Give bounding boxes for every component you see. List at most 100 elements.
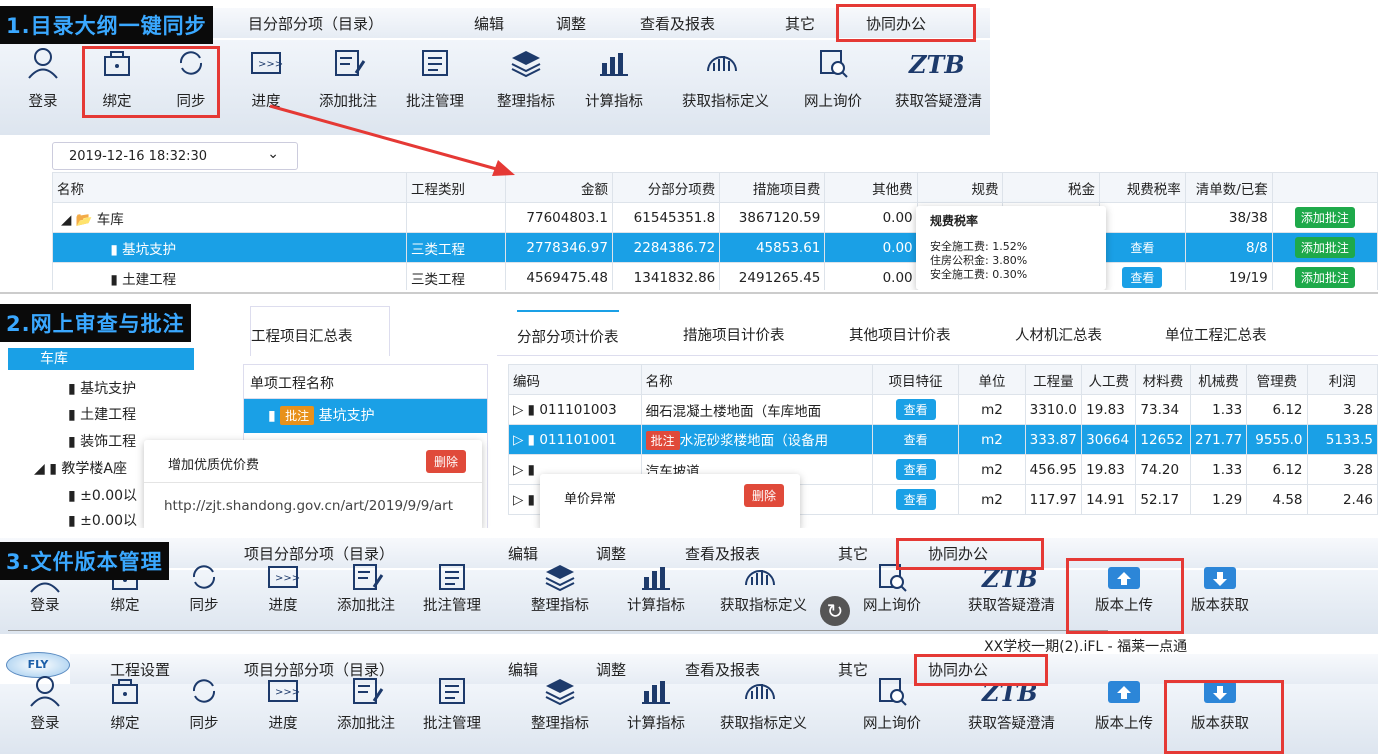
- download-icon: [1180, 560, 1260, 594]
- sync-icon: [164, 560, 244, 594]
- view-button[interactable]: 查看: [895, 459, 936, 480]
- column-header[interactable]: 利润: [1306, 364, 1378, 395]
- ribbon-button-comment-manage[interactable]: 批注管理: [412, 560, 492, 615]
- tree-item[interactable]: ▮ 土建工程: [68, 404, 136, 424]
- ribbon-label: 获取答疑澄清: [968, 598, 1055, 614]
- slider-line: [8, 630, 1108, 631]
- list-item[interactable]: ▮ 批注 基坑支护: [244, 399, 487, 433]
- column-header[interactable]: 管理费: [1246, 364, 1308, 395]
- column-header[interactable]: 编码: [508, 364, 642, 395]
- ribbon-label: 登录: [30, 716, 60, 732]
- tree-item[interactable]: ▮ ±0.00以: [68, 485, 137, 505]
- delete-button[interactable]: 删除: [425, 450, 466, 473]
- ribbon-button-gauge[interactable]: 获取指标定义: [720, 560, 807, 615]
- ribbon-label: 网上询价: [863, 598, 921, 614]
- tree-item[interactable]: ▮ 基坑支护: [68, 378, 136, 398]
- ribbon-button-progress[interactable]: >>> 进度: [243, 674, 323, 733]
- annotation-tag[interactable]: 批注: [280, 406, 315, 425]
- ribbon-button-stack[interactable]: 整理指标: [520, 674, 600, 733]
- ribbon-label: 获取指标定义: [720, 598, 807, 614]
- view-button[interactable]: 查看: [895, 399, 936, 420]
- highlight-download: [1164, 680, 1284, 754]
- ribbon-label: 获取指标定义: [720, 716, 807, 732]
- step-label-1: 1.目录大纲一键同步: [0, 6, 213, 44]
- bar-chart-icon: [616, 674, 696, 708]
- ribbon-label: 进度: [268, 716, 298, 732]
- ribbon-button-add-comment[interactable]: 添加批注: [326, 674, 406, 733]
- sync-icon: [164, 674, 244, 708]
- ribbon-label: 添加批注: [337, 598, 395, 614]
- ribbon-label: 整理指标: [531, 716, 589, 732]
- tree-item[interactable]: 车库: [8, 348, 194, 370]
- panel-sync: 1.目录大纲一键同步 目分部分项（目录） 编辑 调整 查看及报表 其它 协同办公…: [0, 0, 1378, 290]
- comment-manage-icon: [412, 560, 492, 594]
- column-header[interactable]: 单位: [958, 364, 1026, 395]
- refresh-icon[interactable]: ↻: [820, 596, 850, 626]
- column-header[interactable]: 工程量: [1024, 364, 1083, 395]
- ribbon-button-add-comment[interactable]: 添加批注: [326, 560, 406, 615]
- report-tab[interactable]: 其他项目计价表: [849, 324, 951, 345]
- report-tab[interactable]: 人材机汇总表: [1015, 324, 1102, 345]
- column-header[interactable]: 人工费: [1081, 364, 1137, 395]
- ribbon-button-upload[interactable]: 版本上传: [1084, 674, 1164, 733]
- view-button[interactable]: 查看: [895, 429, 936, 450]
- ribbon-label: 整理指标: [531, 598, 589, 614]
- ribbon-button-gauge[interactable]: 获取指标定义: [720, 674, 807, 733]
- ribbon-label: 登录: [30, 598, 60, 614]
- upload-icon: [1084, 674, 1164, 708]
- ribbon-button-lock[interactable]: 绑定: [85, 674, 165, 733]
- step-label-3: 3.文件版本管理: [0, 542, 169, 580]
- panel-review: 2.网上审查与批注 车库 ▮ 基坑支护 ▮ 土建工程 ▮ 装饰工程 ◢ ▮ 教学…: [0, 292, 1378, 528]
- view-button[interactable]: 查看: [895, 489, 936, 510]
- ribbon-button-sync[interactable]: 同步: [164, 674, 244, 733]
- ribbon-label: 批注管理: [423, 598, 481, 614]
- comment-popup-2: 单价异常 删除: [540, 474, 800, 528]
- ribbon-button-stack[interactable]: 整理指标: [520, 560, 600, 615]
- comment-url[interactable]: http://zjt.shandong.gov.cn/art/2019/9/9/…: [164, 498, 453, 514]
- progress-icon: >>>: [243, 674, 323, 708]
- ribbon-label: 同步: [189, 716, 219, 732]
- summary-tab[interactable]: 工程项目汇总表: [250, 306, 390, 356]
- ribbon-label: 绑定: [110, 716, 140, 732]
- tree-item[interactable]: ▮ ±0.00以: [68, 510, 137, 528]
- ribbon-label: 添加批注: [337, 716, 395, 732]
- ribbon-button-user[interactable]: 登录: [5, 674, 85, 733]
- column-header[interactable]: 机械费: [1189, 364, 1248, 395]
- ribbon-button-comment-manage[interactable]: 批注管理: [412, 674, 492, 733]
- report-tab[interactable]: 分部分项计价表: [517, 310, 619, 347]
- panel-version: 3.文件版本管理 项目分部分项（目录） 编辑 调整 查看及报表 其它 协同办公 …: [0, 530, 1378, 754]
- ribbon-button-bar-chart[interactable]: 计算指标: [616, 674, 696, 733]
- gauge-icon: [720, 560, 800, 594]
- ribbon-button-progress[interactable]: >>> 进度: [243, 560, 323, 615]
- table-row[interactable]: ▷ ▮ 011101003 细石混凝土楼地面（车库地面 查看 m2 3310.0 19…: [508, 394, 1378, 425]
- tree-item[interactable]: ▮ 装饰工程: [68, 431, 136, 451]
- column-header[interactable]: 项目特征: [871, 364, 960, 395]
- delete-button[interactable]: 删除: [743, 484, 784, 507]
- column-header[interactable]: 名称: [640, 364, 873, 395]
- stack-icon: [520, 560, 600, 594]
- report-tab[interactable]: 单位工程汇总表: [1165, 324, 1267, 345]
- list-header: 单项工程名称: [244, 365, 487, 399]
- ribbon-label: 同步: [189, 598, 219, 614]
- ribbon-button-download[interactable]: 版本获取: [1180, 560, 1260, 615]
- gauge-icon: [720, 674, 800, 708]
- ribbon-button-sync[interactable]: 同步: [164, 560, 244, 615]
- ribbon-button-bar-chart[interactable]: 计算指标: [616, 560, 696, 615]
- ribbon-label: 获取答疑澄清: [968, 716, 1055, 732]
- user-icon: [5, 674, 85, 708]
- ribbon-label: 网上询价: [863, 716, 921, 732]
- table-header: 编码 名称 项目特征 单位 工程量 人工费 材料费 机械费 管理费 利润: [508, 364, 1378, 395]
- annotation-tag[interactable]: 批注: [645, 431, 680, 450]
- tree-item[interactable]: ◢ ▮ 教学楼A座: [34, 458, 127, 478]
- table-row[interactable]: ▷ ▮ 011101001 批注 水泥砂浆楼地面（设备用 查看 m2 333.87 30…: [508, 424, 1378, 455]
- highlight-collab-tab: [896, 538, 1044, 570]
- ribbon-label: 版本上传: [1095, 716, 1153, 732]
- add-comment-icon: [326, 560, 406, 594]
- ribbon-label: 计算指标: [627, 716, 685, 732]
- svg-text:>>>: >>>: [275, 573, 300, 584]
- window-title: XX学校一期(2).iFL - 福莱一点通: [984, 639, 1188, 655]
- report-tab[interactable]: 措施项目计价表: [683, 324, 785, 345]
- highlight-collab-tab: [836, 4, 976, 42]
- column-header[interactable]: 材料费: [1135, 364, 1191, 395]
- comment-manage-icon: [412, 674, 492, 708]
